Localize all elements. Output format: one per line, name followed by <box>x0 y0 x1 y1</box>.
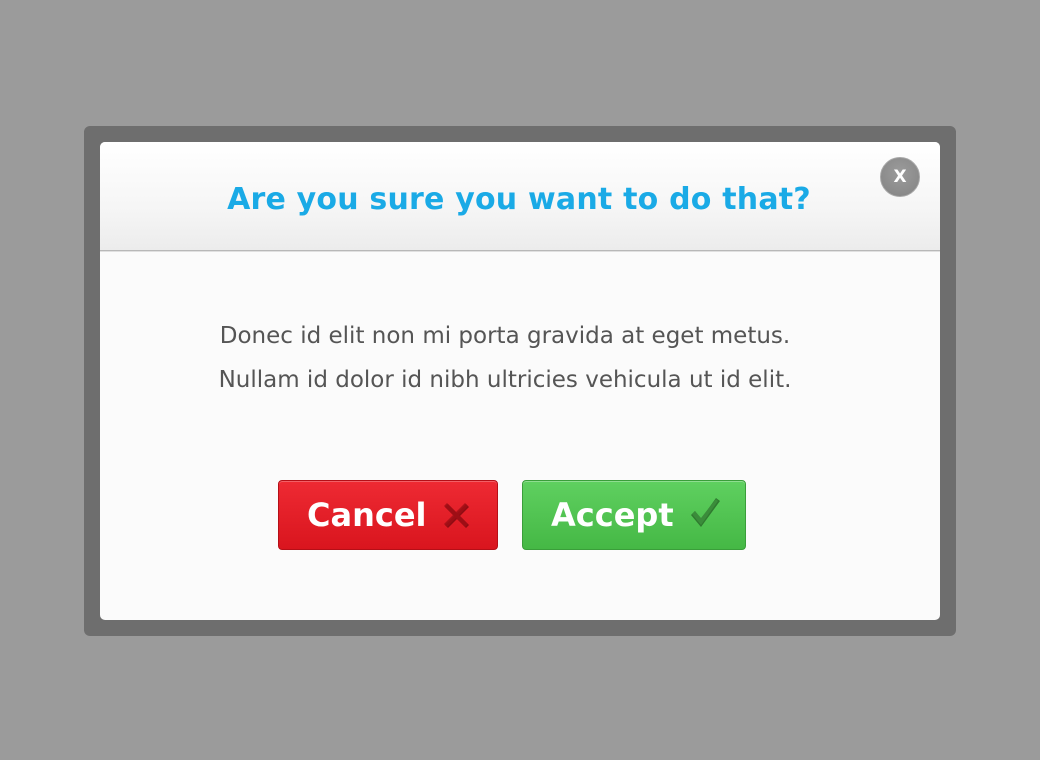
modal-overlay-frame: Are you sure you want to do that? X Done… <box>84 126 956 636</box>
accept-button[interactable]: Accept <box>522 480 746 550</box>
accept-button-label: Accept <box>551 496 674 534</box>
dialog-header: Are you sure you want to do that? X <box>100 142 940 251</box>
dialog-message: Donec id elit non mi porta gravida at eg… <box>100 314 910 402</box>
dialog-title: Are you sure you want to do that? <box>227 182 811 217</box>
close-button[interactable]: X <box>880 157 920 197</box>
page-backdrop: Are you sure you want to do that? X Done… <box>0 0 1040 760</box>
cross-icon <box>444 503 469 528</box>
cancel-button[interactable]: Cancel <box>278 480 498 550</box>
message-line-1: Donec id elit non mi porta gravida at eg… <box>219 323 791 349</box>
message-line-2: Nullam id dolor id nibh ultricies vehicu… <box>218 367 792 393</box>
cancel-button-label: Cancel <box>307 496 427 534</box>
confirm-dialog: Are you sure you want to do that? X Done… <box>100 142 940 620</box>
checkmark-icon <box>691 498 720 527</box>
